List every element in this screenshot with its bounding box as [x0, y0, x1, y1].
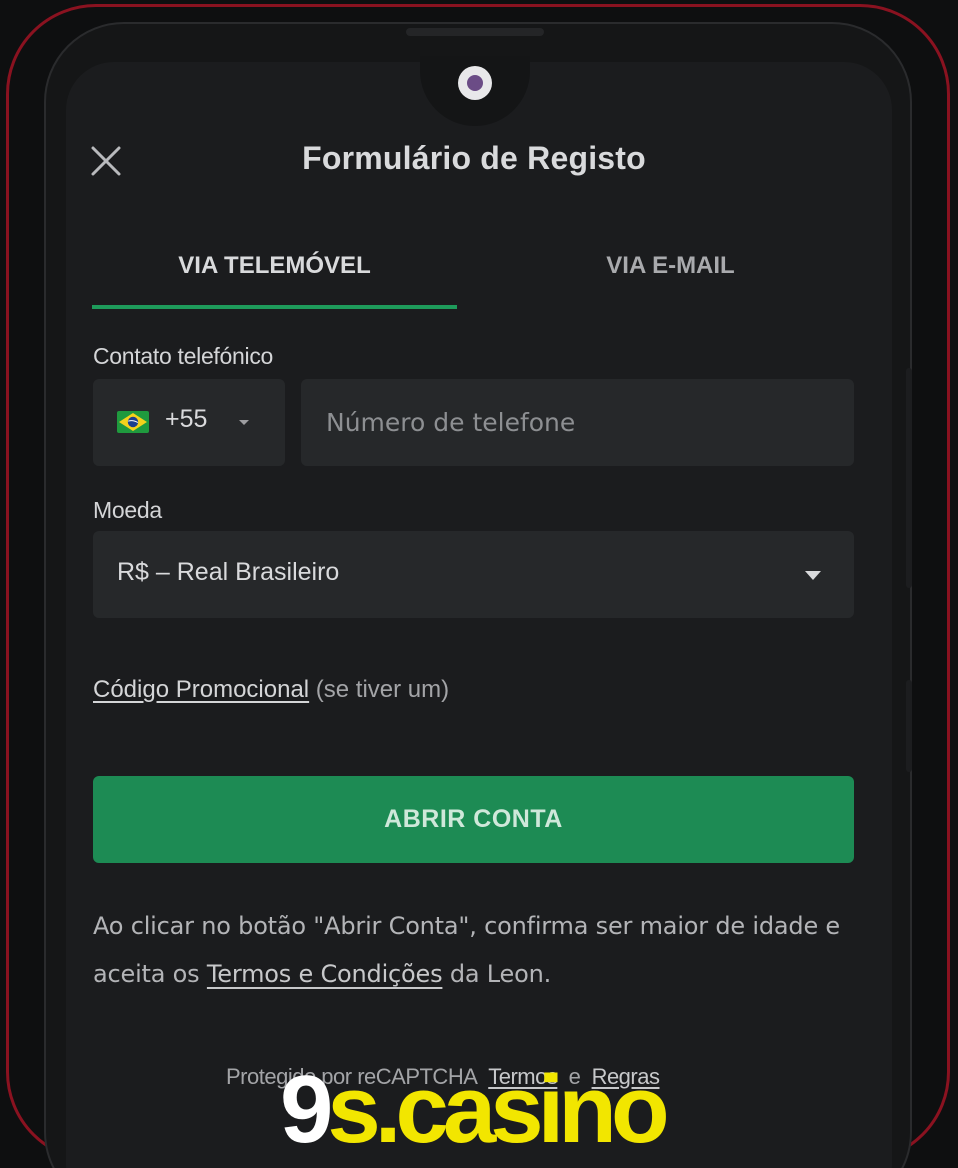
phone-number-input[interactable]	[301, 379, 854, 466]
disclaimer-suffix: da Leon.	[442, 960, 552, 988]
phone-number-field[interactable]	[301, 379, 854, 466]
dial-code: +55	[165, 405, 208, 433]
chevron-down-icon	[805, 571, 821, 580]
promo-code-hint: (se tiver um)	[309, 676, 450, 703]
currency-label: Moeda	[93, 497, 162, 523]
brazil-flag-icon	[117, 411, 149, 433]
page-title: Formulário de Registo	[302, 140, 646, 176]
chevron-down-icon	[239, 420, 249, 425]
promo-code-link[interactable]: Código Promocional	[93, 676, 309, 703]
active-tab-indicator	[92, 305, 457, 309]
open-account-button[interactable]: ABRIR CONTA	[93, 776, 854, 863]
side-button-volume	[906, 368, 912, 588]
currency-select[interactable]: R$ – Real Brasileiro	[93, 531, 854, 618]
camera-lens	[467, 75, 483, 91]
phone-label: Contato telefónico	[93, 343, 274, 369]
close-icon[interactable]	[90, 145, 122, 177]
watermark-text: s.casino	[327, 1056, 669, 1163]
speaker-grille	[406, 28, 544, 36]
side-button-power	[906, 680, 912, 772]
promo-code-row: Código Promocional (se tiver um)	[93, 676, 449, 704]
watermark-number: 9	[280, 1056, 333, 1163]
tab-via-email[interactable]: VIA E-MAIL	[488, 252, 853, 280]
tab-via-telemovel[interactable]: VIA TELEMÓVEL	[92, 252, 457, 280]
terms-disclaimer: Ao clicar no botão "Abrir Conta", confir…	[93, 902, 853, 998]
country-code-select[interactable]: +55	[93, 379, 285, 466]
terms-conditions-link[interactable]: Termos e Condições	[207, 960, 443, 988]
stage: Formulário de Registo VIA TELEMÓVEL VIA …	[0, 0, 958, 1168]
currency-value: R$ – Real Brasileiro	[117, 558, 340, 586]
watermark-logo: 9s.casino	[280, 1062, 670, 1158]
